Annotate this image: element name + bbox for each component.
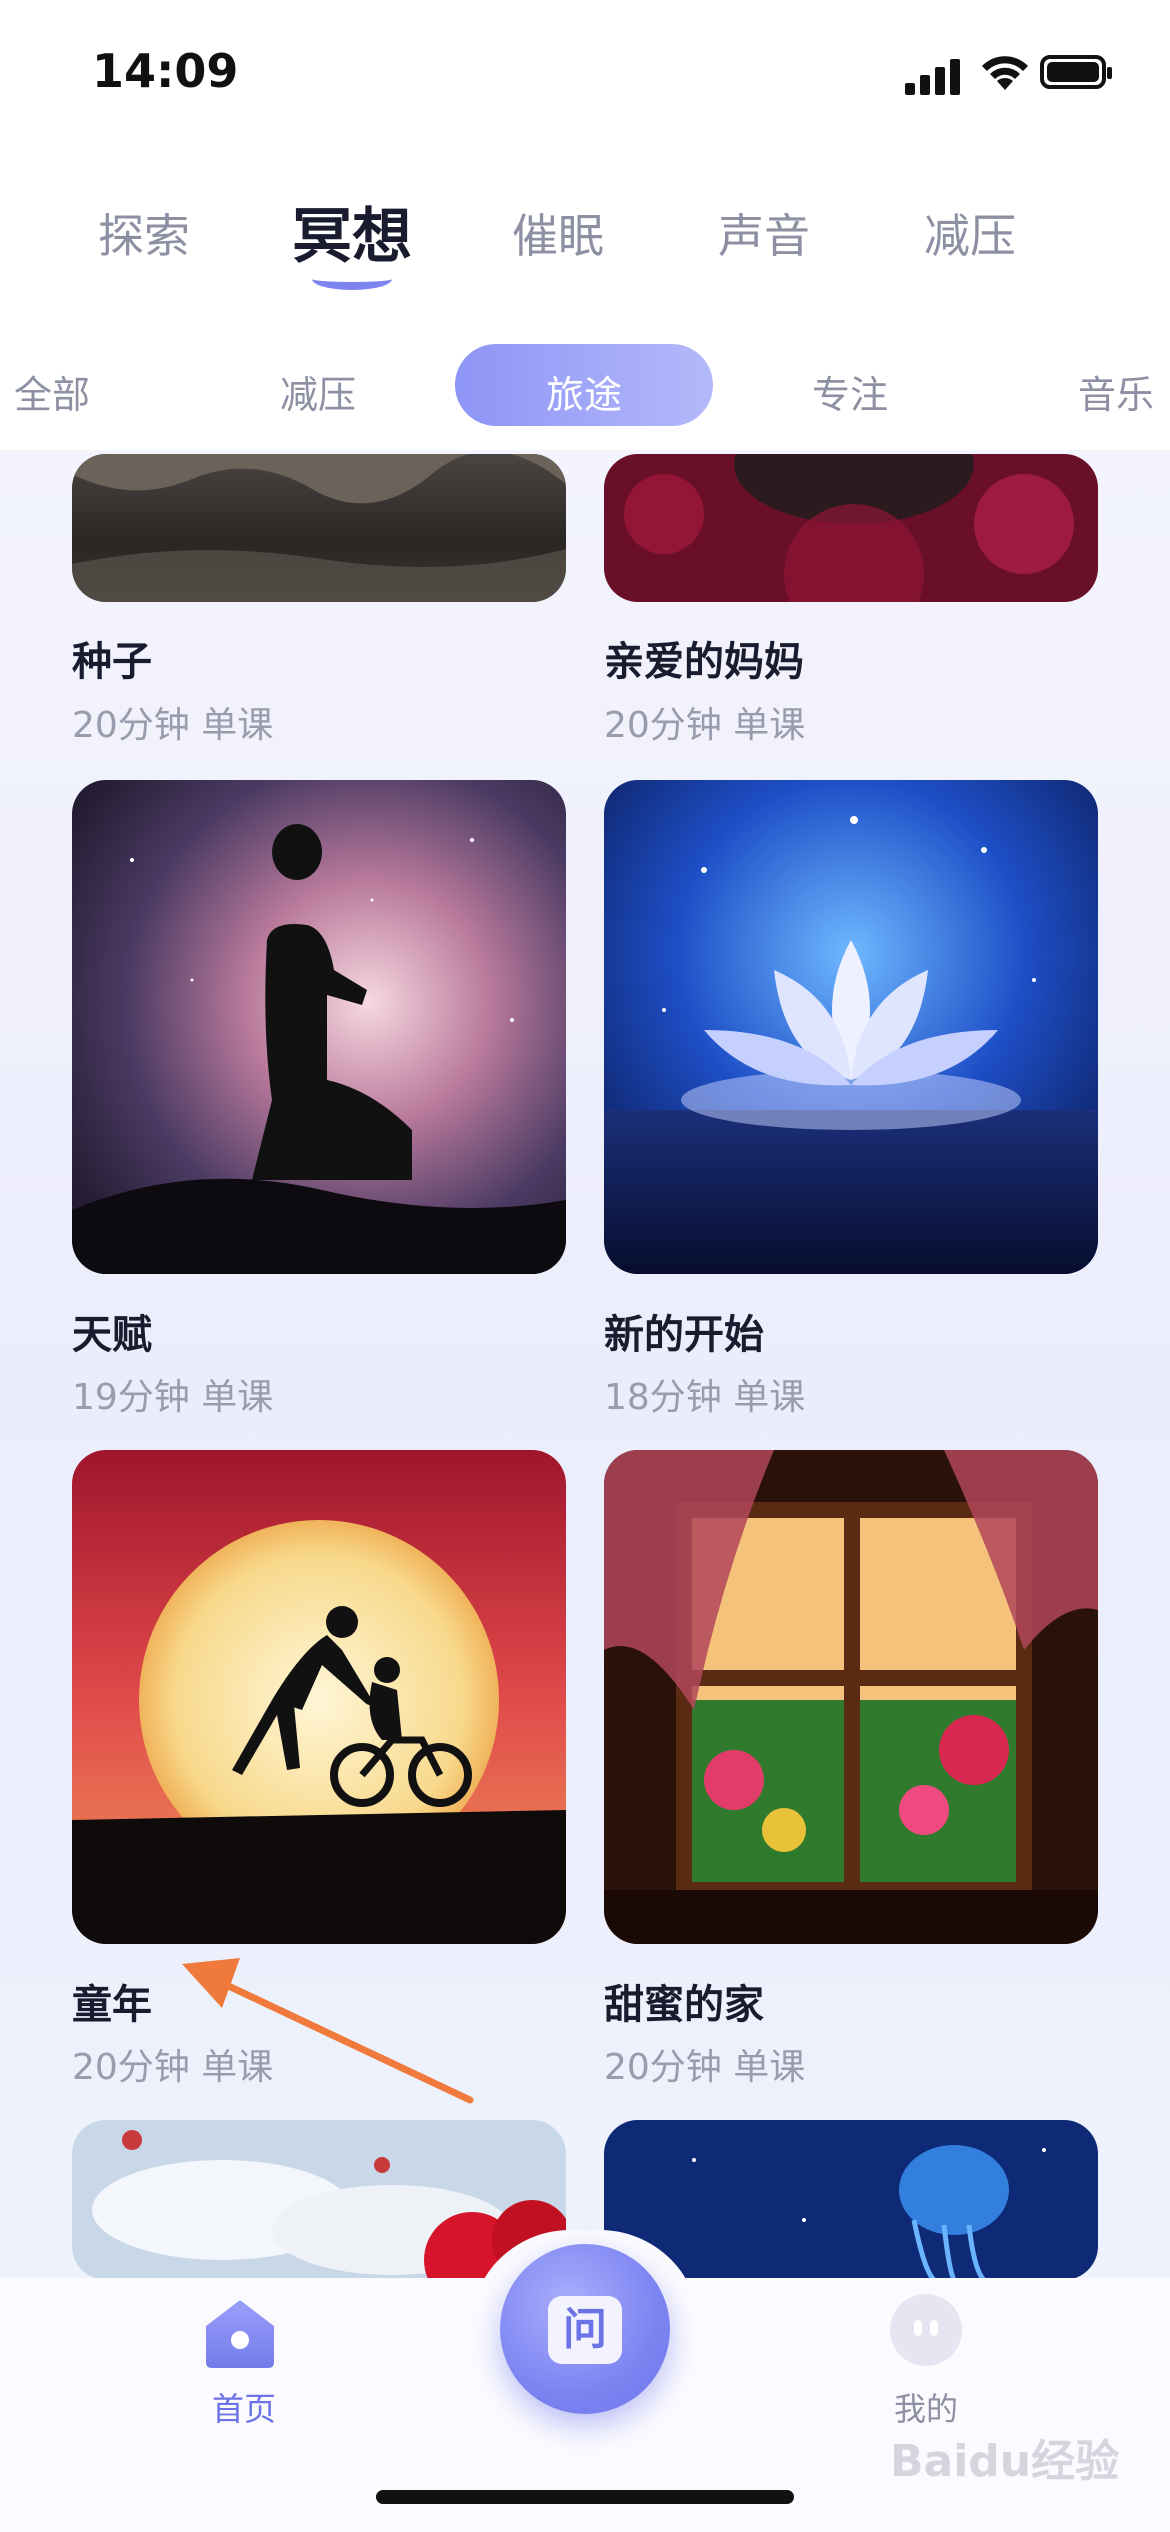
watermark: Baidu经验 <box>890 2436 1120 2487</box>
ask-icon[interactable]: 问 <box>548 2296 622 2364</box>
home-icon[interactable] <box>200 2296 280 2370</box>
nav-me-label[interactable]: 我的 <box>894 2384 958 2430</box>
home-indicator[interactable] <box>376 2490 794 2504</box>
profile-icon[interactable] <box>890 2294 962 2366</box>
subtab-journey[interactable]: 旅途 <box>546 364 622 419</box>
nav-home-label[interactable]: 首页 <box>212 2384 276 2430</box>
